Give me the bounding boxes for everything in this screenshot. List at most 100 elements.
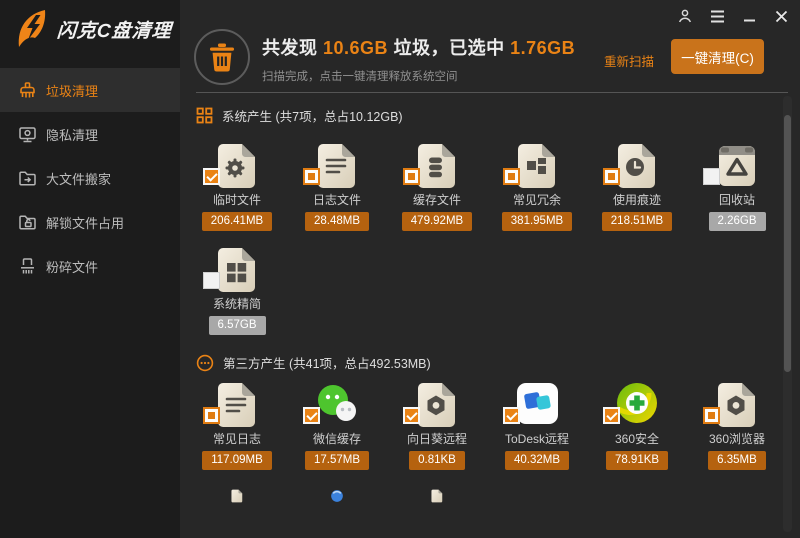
unlock-folder-icon [18, 213, 37, 232]
tile-label: 微信缓存 [313, 432, 361, 447]
tile-checkbox[interactable] [703, 407, 720, 424]
flame-bolt-icon [14, 8, 52, 50]
tile-label: 回收站 [719, 193, 755, 208]
tile-wechat-cache[interactable]: 微信缓存 17.57MB [287, 381, 387, 470]
tile-system-slim[interactable]: 系统精简 6.57GB [187, 246, 287, 335]
tile-label: 360浏览器 [709, 432, 765, 447]
sidebar-item-privacy-clean[interactable]: 隐私清理 [0, 112, 180, 156]
log-file-icon [214, 489, 260, 503]
tile-usage-traces[interactable]: 使用痕迹 218.51MB [587, 142, 687, 231]
tile-checkbox[interactable] [203, 407, 220, 424]
sidebar-item-big-file-move[interactable]: 大文件搬家 [0, 156, 180, 200]
tile-partial[interactable] [287, 489, 387, 503]
log-file-icon [414, 489, 460, 503]
system-tiles-row: 临时文件 206.41MB 日志文件 28.48MB [187, 142, 787, 231]
tile-checkbox[interactable] [203, 272, 220, 289]
tile-size-badge: 28.48MB [305, 212, 369, 231]
selected-size-value: 1.76GB [510, 38, 575, 58]
sidebar-item-label: 解锁文件占用 [46, 213, 124, 232]
section-header-thirdparty: 第三方产生 (共41项，总占492.53MB) [196, 353, 431, 372]
found-size-value: 10.6GB [323, 38, 388, 58]
360-security-icon [614, 381, 660, 429]
tile-checkbox[interactable] [303, 407, 320, 424]
one-click-clean-button[interactable]: 一键清理(C) [671, 39, 764, 74]
app-logo: 闪克C盘清理 [14, 8, 172, 50]
browser-globe-icon [314, 489, 360, 503]
tile-size-badge: 17.57MB [305, 451, 369, 470]
tile-size-badge: 2.26GB [709, 212, 766, 231]
windows-file-icon [214, 246, 260, 294]
tile-size-badge: 206.41MB [202, 212, 272, 231]
tile-size-badge: 117.09MB [202, 451, 272, 470]
thirdparty-tiles-row: 常见日志 117.09MB 微信缓存 17.57MB 向日葵远程 0 [187, 381, 787, 470]
grid-icon [196, 107, 213, 124]
shred-file-icon [18, 257, 37, 276]
scan-summary-title: 共发现 10.6GB 垃圾，已选中 1.76GB [262, 34, 575, 60]
tile-size-badge: 40.32MB [505, 451, 569, 470]
recycle-bin-icon [714, 142, 760, 190]
tile-label: ToDesk远程 [505, 432, 569, 447]
redundant-file-icon [514, 142, 560, 190]
scan-summary-badge [194, 29, 250, 85]
tile-size-badge: 78.91KB [606, 451, 668, 470]
nut-file-icon [714, 381, 760, 429]
sidebar-item-label: 大文件搬家 [46, 169, 111, 188]
tile-log-files[interactable]: 日志文件 28.48MB [287, 142, 387, 231]
tile-checkbox[interactable] [403, 407, 420, 424]
tile-checkbox[interactable] [503, 407, 520, 424]
brush-icon [18, 81, 37, 100]
sidebar-item-shred-files[interactable]: 粉碎文件 [0, 244, 180, 288]
tile-size-badge: 479.92MB [402, 212, 472, 231]
tile-label: 使用痕迹 [613, 193, 661, 208]
tile-checkbox[interactable] [303, 168, 320, 185]
menu-icon[interactable] [708, 7, 726, 25]
sidebar: 闪克C盘清理 垃圾清理 隐私清理 [0, 0, 180, 538]
scrollbar-thumb[interactable] [784, 115, 791, 372]
wechat-icon [314, 381, 360, 429]
nut-file-icon [414, 381, 460, 429]
sidebar-item-unlock-files[interactable]: 解锁文件占用 [0, 200, 180, 244]
sidebar-item-label: 垃圾清理 [46, 81, 98, 100]
tile-checkbox[interactable] [603, 168, 620, 185]
tile-todesk-remote[interactable]: ToDesk远程 40.32MB [487, 381, 587, 470]
tile-label: 临时文件 [213, 193, 261, 208]
tile-360-browser[interactable]: 360浏览器 6.35MB [687, 381, 787, 470]
system-tiles-row-2: 系统精简 6.57GB [187, 246, 787, 335]
tile-checkbox[interactable] [503, 168, 520, 185]
tile-common-logs[interactable]: 常见日志 117.09MB [187, 381, 287, 470]
clock-file-icon [614, 142, 660, 190]
tile-recycle-bin[interactable]: 回收站 2.26GB [687, 142, 787, 231]
section-header-system: 系统产生 (共7项，总占10.12GB) [196, 106, 403, 125]
ellipsis-circle-icon [196, 354, 214, 372]
sidebar-item-junk-clean[interactable]: 垃圾清理 [0, 68, 180, 112]
tile-360-security[interactable]: 360安全 78.91KB [587, 381, 687, 470]
tile-size-badge: 381.95MB [502, 212, 572, 231]
rescan-link[interactable]: 重新扫描 [604, 51, 654, 70]
tile-label: 日志文件 [313, 193, 361, 208]
tile-checkbox[interactable] [703, 168, 720, 185]
tile-common-redundancy[interactable]: 常见冗余 381.95MB [487, 142, 587, 231]
tile-label: 常见冗余 [513, 193, 561, 208]
app-title: 闪克C盘清理 [56, 16, 173, 43]
tile-checkbox[interactable] [403, 168, 420, 185]
sidebar-item-label: 隐私清理 [46, 125, 98, 144]
tile-temp-files[interactable]: 临时文件 206.41MB [187, 142, 287, 231]
minimize-icon[interactable] [740, 7, 758, 25]
tile-label: 系统精简 [213, 297, 261, 312]
tile-sunlogin-remote[interactable]: 向日葵远程 0.81KB [387, 381, 487, 470]
close-icon[interactable] [772, 7, 790, 25]
tile-partial[interactable] [187, 489, 287, 503]
log-file-icon [314, 142, 360, 190]
section-title: 系统产生 (共7项，总占10.12GB) [222, 106, 403, 125]
gear-file-icon [214, 142, 260, 190]
tile-partial[interactable] [387, 489, 487, 503]
tile-checkbox[interactable] [603, 407, 620, 424]
tile-label: 向日葵远程 [407, 432, 467, 447]
user-icon[interactable] [676, 7, 694, 25]
tile-size-badge: 0.81KB [409, 451, 465, 470]
tile-cache-files[interactable]: 缓存文件 479.92MB [387, 142, 487, 231]
thirdparty-tiles-row-partial [187, 489, 787, 503]
tile-checkbox[interactable] [203, 168, 220, 185]
app-window: 闪克C盘清理 垃圾清理 隐私清理 [0, 0, 800, 538]
scan-summary-subtitle: 扫描完成，点击一键清理释放系统空间 [262, 68, 458, 84]
